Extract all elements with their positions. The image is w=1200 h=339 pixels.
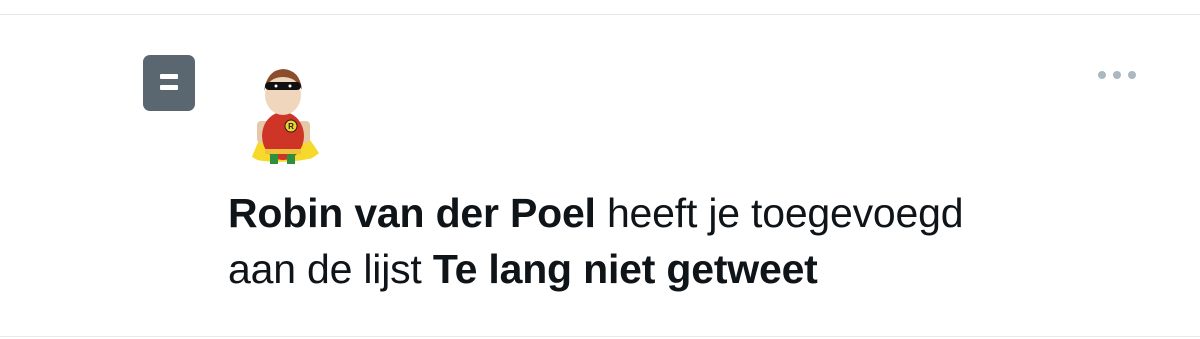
list-icon — [143, 55, 195, 111]
user-name-link[interactable]: Robin van der Poel — [228, 190, 596, 236]
svg-text:R: R — [288, 122, 294, 131]
list-name-link[interactable]: Te lang niet getweet — [433, 246, 818, 292]
bottom-divider — [0, 336, 1200, 337]
action-text-line2: aan de lijst — [228, 246, 422, 292]
list-added-notification[interactable]: R Robin van der Poel heeft je toegevoegd… — [0, 0, 1200, 339]
more-options-button[interactable] — [1088, 58, 1152, 92]
more-dots-icon — [1098, 71, 1136, 79]
action-text-line1: heeft je toegevoegd — [606, 190, 964, 236]
top-divider — [0, 14, 1200, 15]
user-avatar[interactable]: R — [226, 52, 340, 166]
notification-message: Robin van der Poel heeft je toegevoegd a… — [228, 185, 1128, 297]
